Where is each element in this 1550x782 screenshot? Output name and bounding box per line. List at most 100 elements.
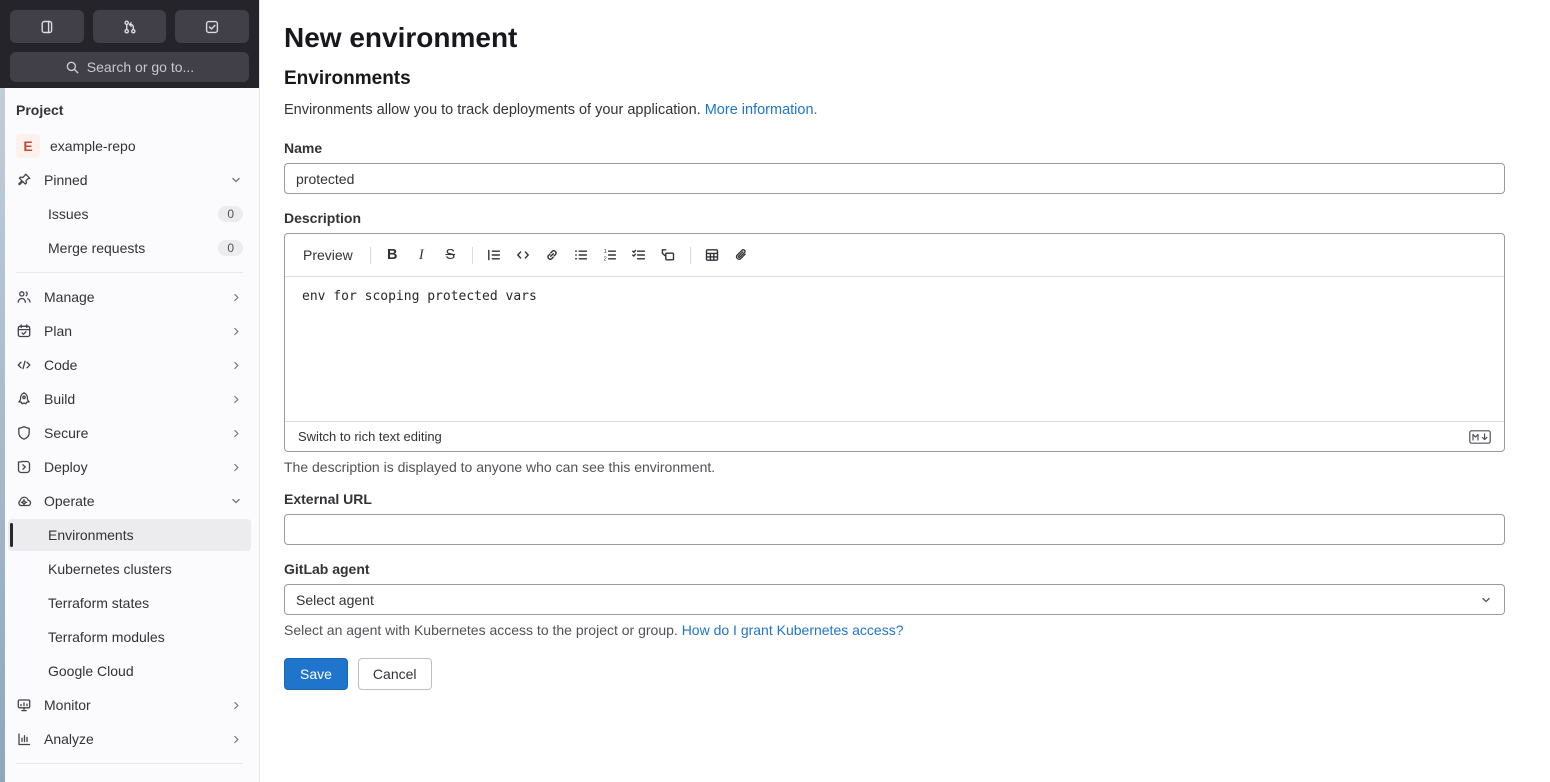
link-icon[interactable] bbox=[538, 241, 567, 270]
sidebar-item-label: Build bbox=[44, 391, 76, 407]
sidebar-divider bbox=[16, 272, 243, 273]
agent-select-value: Select agent bbox=[296, 591, 374, 608]
merge-request-icon bbox=[122, 19, 138, 35]
sidebar-item-label: Plan bbox=[44, 323, 73, 339]
markdown-toolbar: Preview B I S 12 bbox=[285, 234, 1504, 277]
kubernetes-access-link[interactable]: How do I grant Kubernetes access? bbox=[682, 622, 904, 638]
sidebar-item-label: Terraform states bbox=[48, 595, 150, 611]
attach-file-icon[interactable] bbox=[727, 241, 756, 270]
name-label: Name bbox=[284, 140, 323, 156]
project-name: example-repo bbox=[50, 138, 136, 154]
sidebar: Search or go to... Project E example-rep… bbox=[0, 0, 260, 782]
chevron-right-icon bbox=[230, 325, 243, 338]
shield-icon bbox=[16, 425, 32, 441]
toolbar-divider bbox=[369, 246, 371, 264]
lead-paragraph: Environments allow you to track deployme… bbox=[284, 102, 1505, 118]
search-placeholder: Search or go to... bbox=[86, 59, 195, 75]
sidebar-item-secure[interactable]: Secure bbox=[8, 417, 251, 449]
search-icon bbox=[65, 60, 80, 75]
chevron-right-icon bbox=[230, 291, 243, 304]
description-textarea[interactable]: env for scoping protected vars bbox=[285, 277, 1504, 421]
environments-section-title: Environments bbox=[284, 68, 411, 89]
bold-icon[interactable]: B bbox=[378, 241, 407, 270]
chevron-down-icon bbox=[229, 494, 243, 508]
sidebar-item-merge-requests[interactable]: Merge requests 0 bbox=[8, 232, 251, 264]
sidebar-item-environments[interactable]: Environments bbox=[8, 519, 251, 551]
code-icon bbox=[16, 357, 32, 373]
sidebar-item-google-cloud[interactable]: Google Cloud bbox=[8, 655, 251, 687]
chevron-down-icon bbox=[229, 173, 243, 187]
sidebar-item-issues[interactable]: Issues 0 bbox=[8, 198, 251, 230]
chevron-right-icon bbox=[230, 359, 243, 372]
save-button[interactable]: Save bbox=[284, 658, 348, 690]
strikethrough-icon[interactable]: S bbox=[436, 241, 465, 270]
sidebar-item-build[interactable]: Build bbox=[8, 383, 251, 415]
issues-shortcut-button[interactable] bbox=[10, 10, 84, 43]
switch-rich-text-button[interactable]: Switch to rich text editing bbox=[298, 429, 442, 444]
agent-help-plain: Select an agent with Kubernetes access t… bbox=[284, 622, 678, 638]
sidebar-item-label: Analyze bbox=[44, 731, 94, 747]
sidebar-item-label: Operate bbox=[44, 493, 95, 509]
task-list-icon[interactable] bbox=[625, 241, 654, 270]
merge-requests-shortcut-button[interactable] bbox=[92, 10, 167, 43]
sidebar-item-project[interactable]: E example-repo bbox=[8, 130, 251, 162]
description-label: Description bbox=[284, 210, 362, 226]
sidebar-item-manage[interactable]: Manage bbox=[8, 281, 251, 313]
bar-chart-icon bbox=[16, 731, 32, 747]
sidebar-item-deploy[interactable]: Deploy bbox=[8, 451, 251, 483]
bulleted-list-icon[interactable] bbox=[567, 241, 596, 270]
pin-icon bbox=[16, 172, 32, 188]
sidebar-item-label: Monitor bbox=[44, 697, 91, 713]
rocket-icon bbox=[16, 391, 32, 407]
main-content: New environment Environments Environment… bbox=[260, 0, 1550, 782]
todo-list-shortcut-button[interactable] bbox=[175, 10, 250, 43]
numbered-list-icon[interactable]: 12 bbox=[596, 241, 625, 270]
issues-count-badge: 0 bbox=[218, 206, 243, 222]
sidebar-item-operate[interactable]: Operate bbox=[8, 485, 251, 517]
merge-requests-count-badge: 0 bbox=[218, 240, 243, 256]
editor-footer: Switch to rich text editing bbox=[285, 421, 1504, 451]
calendar-icon bbox=[16, 323, 32, 339]
todo-checkbox-icon bbox=[204, 19, 220, 35]
issues-icon bbox=[39, 19, 55, 35]
sidebar-item-code[interactable]: Code bbox=[8, 349, 251, 381]
search-input[interactable]: Search or go to... bbox=[10, 52, 249, 82]
preview-button[interactable]: Preview bbox=[295, 247, 363, 263]
heading-icon[interactable] bbox=[480, 241, 509, 270]
external-url-label: External URL bbox=[284, 491, 372, 507]
sidebar-item-kubernetes-clusters[interactable]: Kubernetes clusters bbox=[8, 553, 251, 585]
sidebar-item-label: Environments bbox=[48, 527, 134, 543]
italic-icon[interactable]: I bbox=[407, 241, 436, 270]
chevron-right-icon bbox=[230, 393, 243, 406]
agent-select[interactable]: Select agent bbox=[284, 584, 1505, 615]
collapsible-section-icon[interactable] bbox=[654, 241, 683, 270]
page-title: New environment bbox=[284, 22, 518, 53]
toolbar-divider bbox=[471, 246, 473, 264]
sidebar-item-terraform-modules[interactable]: Terraform modules bbox=[8, 621, 251, 653]
form-actions: Save Cancel bbox=[284, 658, 1505, 690]
sidebar-item-monitor[interactable]: Monitor bbox=[8, 689, 251, 721]
external-url-input[interactable] bbox=[284, 514, 1505, 545]
sidebar-item-label: Google Cloud bbox=[48, 663, 134, 679]
lead-text: Environments allow you to track deployme… bbox=[284, 102, 701, 118]
sidebar-item-label: Code bbox=[44, 357, 78, 373]
sidebar-item-analyze[interactable]: Analyze bbox=[8, 723, 251, 755]
project-section-label: Project bbox=[16, 102, 64, 118]
sidebar-item-plan[interactable]: Plan bbox=[8, 315, 251, 347]
sidebar-item-pinned[interactable]: Pinned bbox=[8, 164, 251, 196]
sidebar-item-label: Kubernetes clusters bbox=[48, 561, 172, 577]
table-icon[interactable] bbox=[698, 241, 727, 270]
description-help-text: The description is displayed to anyone w… bbox=[284, 459, 716, 475]
chevron-right-icon bbox=[230, 733, 243, 746]
chevron-right-icon bbox=[230, 427, 243, 440]
name-input[interactable] bbox=[284, 163, 1505, 194]
cancel-button[interactable]: Cancel bbox=[357, 658, 432, 690]
sidebar-item-terraform-states[interactable]: Terraform states bbox=[8, 587, 251, 619]
sidebar-item-label: Terraform modules bbox=[48, 629, 165, 645]
markdown-icon[interactable] bbox=[1469, 429, 1491, 444]
cloud-gear-icon bbox=[16, 493, 32, 509]
users-icon bbox=[16, 289, 32, 305]
sidebar-item-label: Deploy bbox=[44, 459, 88, 475]
more-information-link[interactable]: More information. bbox=[705, 102, 818, 118]
code-icon[interactable] bbox=[509, 241, 538, 270]
